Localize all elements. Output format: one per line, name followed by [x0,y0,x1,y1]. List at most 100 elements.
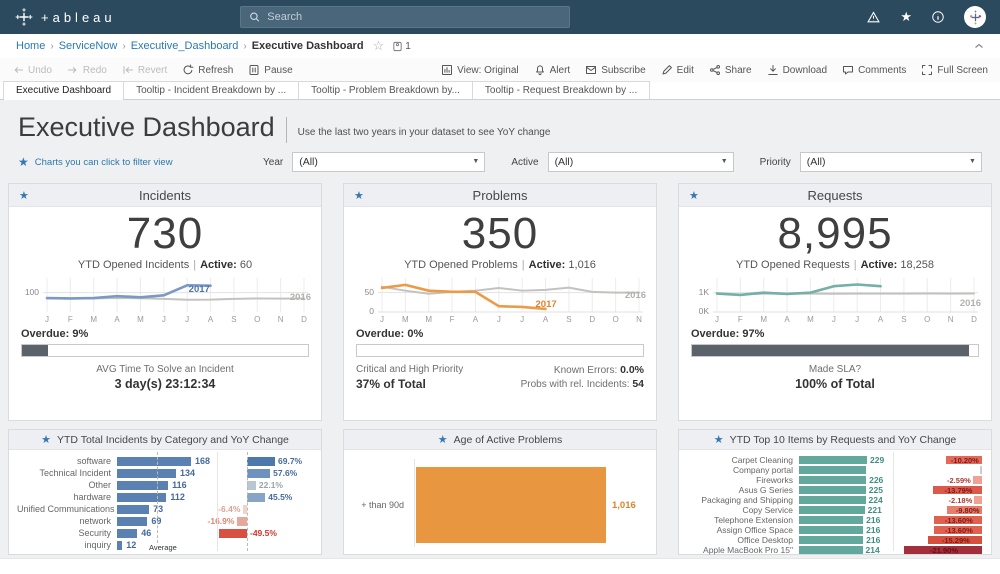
comments-button[interactable]: Comments [842,64,906,76]
category-bar[interactable] [117,505,149,514]
series-label-2016: 2016 [290,292,311,303]
item-row: Company portal [687,465,983,475]
priority-filter-select[interactable]: (All) [800,152,982,172]
revert-button[interactable]: Revert [122,64,167,76]
yoy-zone: -13.60% [897,526,982,534]
view-original-button[interactable]: View: Original [441,64,519,76]
alert-triangle-icon[interactable] [866,10,881,25]
tab-tooltip-request-breakdown-by[interactable]: Tooltip - Request Breakdown by ... [472,81,650,99]
yoy-bar[interactable] [247,493,265,502]
item-bar-zone: 226 [799,476,891,484]
problems-age-chart[interactable]: + than 90d1,016 [344,450,656,555]
incidents-overdue-fill [22,345,48,356]
problems-trend-chart[interactable]: 50020162017 [352,275,648,315]
refresh-label: Refresh [198,65,233,76]
user-avatar[interactable] [964,6,986,28]
full-screen-button[interactable]: Full Screen [921,64,988,76]
breadcrumb-workbook[interactable]: Executive_Dashboard [131,40,239,52]
search-input[interactable] [267,11,561,23]
undo-label: Undo [28,65,52,76]
item-bar[interactable] [799,526,863,534]
yoy-bar[interactable] [247,481,256,490]
item-bar[interactable] [799,496,866,504]
item-bar[interactable] [799,476,866,484]
category-bar[interactable] [117,541,122,550]
favorite-star-icon[interactable]: ☆ [373,38,385,54]
item-row: Copy Service221-9.80% [687,505,983,515]
category-label: inquiry [17,540,117,550]
favorites-star-icon[interactable]: ★ [900,9,912,25]
yoy-bar[interactable] [247,469,270,478]
item-bar[interactable] [799,486,866,494]
yoy-bar[interactable] [973,476,982,484]
breadcrumb-project[interactable]: ServiceNow [59,40,118,52]
axis-line [414,459,415,547]
category-bar[interactable] [117,529,137,538]
item-bar-zone: 224 [799,496,891,504]
yoy-value: 57.6% [273,468,297,478]
category-label: Technical Incident [17,468,117,478]
yoy-zone: -13.60% [897,516,982,524]
sheet-count: 1 [392,41,411,52]
tab-tooltip-incident-breakdown-by[interactable]: Tooltip - Incident Breakdown by ... [123,81,299,99]
category-bar[interactable] [117,481,168,490]
incidents-trend-chart[interactable]: 10020162017 [17,275,313,315]
edit-button[interactable]: Edit [661,64,694,76]
chart-separator [893,452,894,551]
undo-button[interactable]: Undo [12,64,52,76]
category-bar[interactable] [117,517,147,526]
item-bar[interactable] [799,516,863,524]
share-label: Share [725,65,752,76]
pause-label: Pause [264,65,292,76]
item-bar[interactable] [799,456,867,464]
item-value: 225 [869,485,883,495]
search-icon [249,11,260,23]
requests-trend-chart[interactable]: 1K0K2016 [687,275,983,315]
yoy-bar[interactable] [974,496,982,504]
month-tick: J [493,315,505,324]
age-bar[interactable] [416,467,606,543]
tab-executive-dashboard[interactable]: Executive Dashboard [3,81,124,99]
pause-button[interactable]: Pause [248,64,292,76]
item-bar[interactable] [799,466,866,474]
y-axis-label: 1K [687,287,709,297]
item-bar[interactable] [799,506,865,514]
category-bar-zone: 73 [117,505,217,514]
item-label: Company portal [687,465,799,475]
tab-tooltip-problem-breakdown-by[interactable]: Tooltip - Problem Breakdown by... [298,81,473,99]
refresh-button[interactable]: Refresh [182,64,233,76]
subscribe-button[interactable]: Subscribe [585,64,645,76]
item-bar[interactable] [799,536,863,544]
yoy-zone: 22.1% [219,481,304,490]
year-filter-select[interactable]: (All) [292,152,485,172]
share-button[interactable]: Share [709,64,752,76]
yoy-bar[interactable] [219,529,247,538]
filter-hint[interactable]: ★ Charts you can click to filter view [18,155,243,169]
item-bar[interactable] [799,546,863,554]
tableau-logo[interactable]: +ableau [14,7,116,27]
yoy-value: -13.79% [945,486,973,495]
requests-stat-label: Made SLA? [679,364,991,375]
redo-button[interactable]: Redo [67,64,107,76]
problems-panel-header: ★ Problems [344,184,656,207]
category-bar[interactable] [117,457,191,466]
item-label: Asus G Series [687,485,799,495]
incidents-category-chart[interactable]: software16869.7%Technical Incident13457.… [9,450,321,555]
breadcrumb-home[interactable]: Home [16,40,45,52]
collapse-chevron-icon[interactable] [974,42,984,50]
item-value: 216 [866,515,880,525]
requests-top10-chart[interactable]: Carpet Cleaning229-10.20%Company portalF… [679,450,991,555]
yoy-bar[interactable] [237,517,247,526]
info-icon[interactable] [931,10,945,24]
alert-button[interactable]: Alert [534,64,571,76]
category-bar[interactable] [117,469,176,478]
month-tick: A [111,315,123,324]
search-box[interactable] [240,6,570,28]
download-button[interactable]: Download [767,64,827,76]
item-bar-zone: 216 [799,516,891,524]
yoy-bar[interactable] [247,457,275,466]
problems-age-panel: ★ Age of Active Problems + than 90d1,016 [343,429,657,555]
subscribe-label: Subscribe [601,65,645,76]
active-filter-select[interactable]: (All) [548,152,734,172]
category-bar[interactable] [117,493,166,502]
